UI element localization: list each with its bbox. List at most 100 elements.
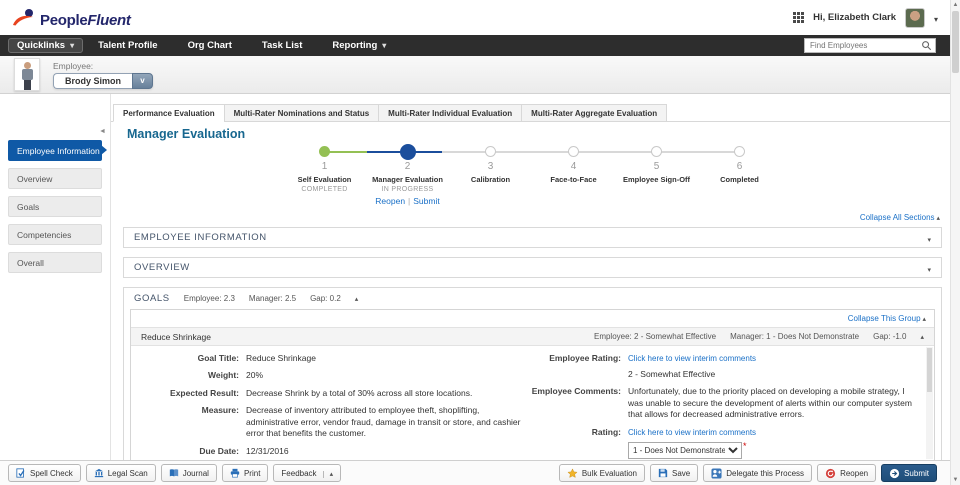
scroll-up-icon[interactable]: ▲ — [951, 0, 960, 10]
step-self-evaluation: 1 Self Evaluation COMPLETED — [283, 144, 366, 206]
evaluation-sections: EMPLOYEE INFORMATION OVERVIEW GOALS Empl… — [123, 227, 942, 461]
section-employee-information[interactable]: EMPLOYEE INFORMATION — [123, 227, 942, 248]
main-content: Performance Evaluation Multi-Rater Nomin… — [110, 94, 950, 461]
evaluation-tabs: Performance Evaluation Multi-Rater Nomin… — [113, 104, 668, 122]
employee-comments-field: Employee Comments: Unfortunately, due to… — [521, 386, 920, 420]
user-greeting: Hi, Elizabeth Clark — [813, 12, 896, 23]
goal-title-field: Goal Title: Reduce Shrinkage — [197, 353, 316, 363]
page-title: Manager Evaluation — [127, 127, 246, 141]
journal-button[interactable]: Journal — [160, 464, 217, 482]
step-dot-completed — [319, 146, 330, 157]
search-icon[interactable] — [921, 40, 932, 51]
due-date-field: Due Date: 12/31/2016 — [199, 445, 289, 456]
goals-employee-score: Employee: 2.3 — [183, 294, 235, 303]
tab-performance-evaluation[interactable]: Performance Evaluation — [113, 104, 224, 122]
logo-swoosh-icon — [13, 8, 33, 25]
step-completed: 6 Completed — [698, 144, 781, 206]
top-header: PeopleFluent Hi, Elizabeth Clark — [0, 0, 960, 35]
tab-multirater-nominations[interactable]: Multi-Rater Nominations and Status — [223, 104, 379, 122]
nav-item-talent-profile[interactable]: Talent Profile — [83, 40, 172, 51]
nav-item-reporting[interactable]: Reporting — [317, 40, 401, 51]
employee-rating-value: 2 - Somewhat Effective — [628, 368, 716, 379]
step-dot-pending — [734, 146, 745, 157]
step-manager-evaluation: 2 Manager Evaluation IN PROGRESS Reopen |… — [366, 144, 449, 206]
goals-section-header[interactable]: GOALS Employee: 2.3 Manager: 2.5 Gap: 0.… — [124, 288, 941, 309]
peoplefluent-app: PeopleFluent Hi, Elizabeth Clark Quickli… — [0, 0, 960, 485]
find-employees-input[interactable] — [810, 41, 921, 50]
reopen-step-link[interactable]: Reopen — [375, 196, 405, 206]
save-button[interactable]: Save — [650, 464, 699, 482]
main-nav: Quicklinks Talent Profile Org Chart Task… — [0, 35, 960, 56]
expected-result-field: Expected Result: Decrease Shrink by a tot… — [170, 387, 473, 398]
sidebar-item-overview[interactable]: Overview — [8, 168, 102, 189]
print-button[interactable]: Print — [221, 464, 269, 482]
goal-group-reduce-shrinkage: Collapse This Group Reduce Shrinkage Emp… — [130, 309, 935, 460]
expand-caret-icon — [927, 229, 931, 247]
spellcheck-icon — [16, 468, 25, 478]
link-divider: | — [408, 196, 411, 206]
manager-rating-field: Rating: Click here to view interim comme… — [521, 427, 920, 460]
step-employee-sign-off: 5 Employee Sign-Off — [615, 144, 698, 206]
legal-scan-button[interactable]: Legal Scan — [85, 464, 156, 482]
printer-icon — [230, 468, 240, 478]
employee-rating-interim-comments-link[interactable]: Click here to view interim comments — [628, 354, 756, 365]
employee-dropdown-caret-icon[interactable] — [132, 72, 154, 89]
submit-icon — [890, 468, 900, 478]
save-icon — [658, 468, 668, 478]
app-launcher-icon[interactable] — [793, 12, 805, 23]
measure-field: Measure: Decrease of inventory attributed… — [201, 405, 521, 439]
step-dot-pending — [651, 146, 662, 157]
employee-selector[interactable]: Brody Simon — [53, 72, 154, 89]
workflow-stepper: 1 Self Evaluation COMPLETED 2 Manager Ev… — [283, 144, 781, 208]
sidebar-item-goals[interactable]: Goals — [8, 196, 102, 217]
tab-multirater-individual[interactable]: Multi-Rater Individual Evaluation — [378, 104, 522, 122]
employee-photo — [14, 58, 40, 91]
user-menu-caret-icon[interactable] — [934, 9, 938, 27]
user-avatar[interactable] — [904, 7, 925, 28]
employee-rating-field: Employee Rating: Click here to view inte… — [549, 353, 757, 379]
section-overview[interactable]: OVERVIEW — [123, 257, 942, 278]
feedback-button[interactable]: Feedback — [273, 464, 342, 482]
bottom-toolbar: Spell Check Legal Scan Journal Print Fee… — [0, 460, 950, 485]
nav-item-task-list[interactable]: Task List — [247, 40, 317, 51]
page-scrollbar[interactable]: ▲ ▼ — [950, 0, 960, 485]
feedback-menu-caret-icon[interactable] — [321, 469, 334, 478]
collapse-caret-icon — [355, 294, 359, 303]
bulk-evaluation-button[interactable]: Bulk Evaluation — [558, 464, 645, 482]
rating-interim-comments-link[interactable]: Click here to view interim comments — [628, 428, 756, 439]
scroll-down-icon[interactable]: ▼ — [951, 475, 960, 485]
delegate-process-button[interactable]: Delegate this Process — [703, 464, 813, 482]
nav-item-org-chart[interactable]: Org Chart — [173, 40, 247, 51]
collapse-all-sections-link[interactable]: Collapse All Sections — [860, 213, 940, 222]
goal-gap-summary: Gap: -1.0 — [873, 332, 907, 341]
goal-details: Goal Title: Reduce Shrinkage Weight: 20% E… — [131, 346, 934, 460]
submit-button[interactable]: Submit — [881, 464, 937, 482]
star-icon — [567, 467, 578, 478]
goal-manager-rating-summary: Manager: 1 - Does Not Demonstrate — [730, 332, 860, 341]
step-dot-pending — [568, 146, 579, 157]
book-icon — [169, 469, 178, 477]
reopen-button[interactable]: Reopen — [817, 464, 877, 482]
nav-quicklinks-button[interactable]: Quicklinks — [8, 38, 84, 53]
goal-header-row[interactable]: Reduce Shrinkage Employee: 2 - Somewhat … — [131, 327, 934, 346]
tab-multirater-aggregate[interactable]: Multi-Rater Aggregate Evaluation — [521, 104, 668, 122]
submit-step-link[interactable]: Submit — [413, 196, 439, 206]
sidebar-item-competencies[interactable]: Competencies — [8, 224, 102, 245]
section-goals: GOALS Employee: 2.3 Manager: 2.5 Gap: 0.… — [123, 287, 942, 461]
goal-details-scrollbar[interactable] — [926, 347, 933, 459]
reporting-caret-icon — [382, 40, 386, 51]
spell-check-button[interactable]: Spell Check — [8, 464, 81, 482]
scrollbar-thumb[interactable] — [952, 11, 959, 73]
sidebar-item-overall[interactable]: Overall — [8, 252, 102, 273]
sidebar-collapse-icon[interactable]: ◄ — [99, 128, 106, 135]
section-sidebar: Employee Information Overview Goals Comp… — [0, 94, 110, 460]
collapse-caret-icon — [920, 332, 924, 341]
employee-search-box — [804, 38, 936, 53]
logo-text: PeopleFluent — [40, 11, 131, 29]
employee-label: Employee: — [53, 60, 94, 71]
step-face-to-face: 4 Face-to-Face — [532, 144, 615, 206]
weight-field: Weight: 20% — [207, 370, 264, 381]
sidebar-item-employee-information[interactable]: Employee Information — [8, 140, 107, 161]
collapse-this-group-link[interactable]: Collapse This Group — [848, 314, 926, 323]
rating-select[interactable]: 1 - Does Not Demonstrate — [628, 442, 742, 460]
